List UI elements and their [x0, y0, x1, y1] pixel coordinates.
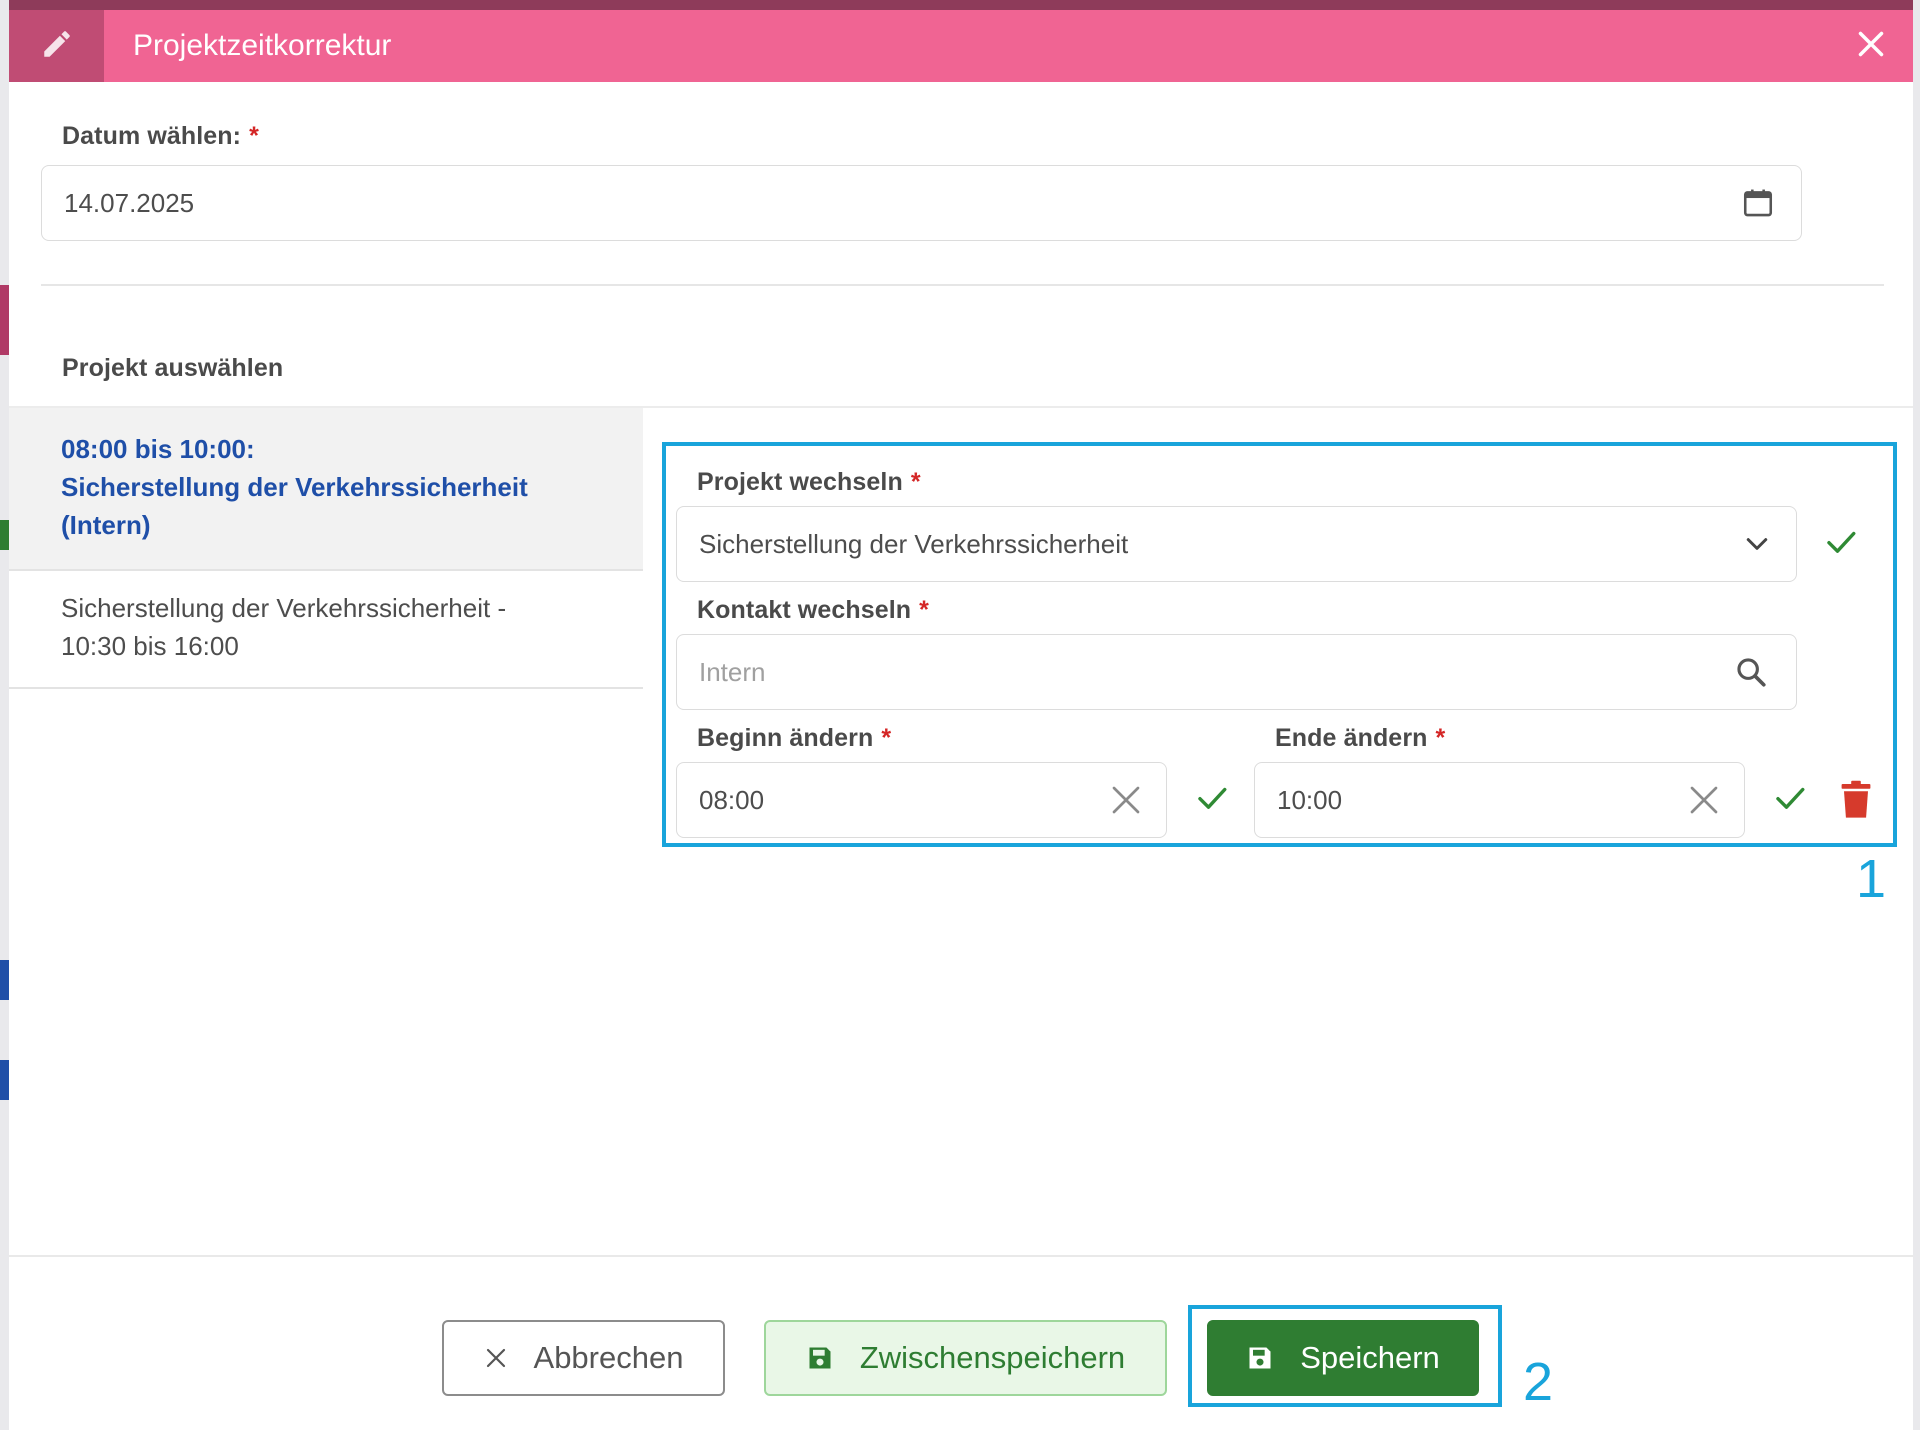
background-app-mark [0, 520, 9, 550]
header-icon-box [9, 10, 104, 82]
save-draft-button-label: Zwischenspeichern [859, 1340, 1126, 1375]
entry-project: Sicherstellung der Verkehrssicherheit [61, 472, 528, 502]
project-select-heading: Projekt auswählen [62, 354, 284, 382]
annotation-box-2 [1188, 1305, 1502, 1407]
background-app-right [1913, 0, 1920, 1430]
dialog-title: Projektzeitkorrektur [133, 29, 392, 62]
date-label-text: Datum wählen: [62, 122, 242, 150]
close-icon [1857, 30, 1885, 63]
close-button[interactable] [1851, 26, 1891, 66]
close-icon [484, 1346, 508, 1370]
project-time-correction-dialog: Projektzeitkorrektur Datum wählen: * 14.0… [9, 10, 1913, 1430]
background-app-left [0, 0, 9, 1430]
entry-contact: (Intern) [61, 510, 151, 540]
save-draft-button[interactable]: Zwischenspeichern [764, 1320, 1167, 1396]
list-item-entry-1[interactable]: 08:00 bis 10:00: Sicherstellung der Verk… [9, 408, 643, 569]
cancel-button-label: Abbrechen [533, 1340, 684, 1375]
background-app-mark [0, 960, 9, 1000]
date-label: Datum wählen: * [62, 122, 259, 151]
section-divider [41, 284, 1884, 286]
floppy-disk-icon [806, 1344, 834, 1372]
list-item-divider [9, 687, 643, 689]
calendar-icon[interactable] [1741, 186, 1775, 220]
pencil-icon [40, 27, 74, 66]
annotation-number-1: 1 [1856, 849, 1887, 909]
required-marker: * [249, 122, 259, 150]
background-app-mark [0, 1060, 9, 1100]
entry-project: Sicherstellung der Verkehrssicherheit - [61, 593, 507, 623]
date-value: 14.07.2025 [64, 187, 195, 218]
annotation-number-2: 2 [1523, 1352, 1554, 1412]
background-app-mark [0, 285, 9, 355]
entry-time: 08:00 bis 10:00: [61, 434, 255, 464]
footer-divider [9, 1255, 1913, 1257]
screenshot-page: Projektzeitkorrektur Datum wählen: * 14.0… [0, 0, 1920, 1451]
annotation-box-1 [662, 442, 1897, 847]
cancel-button[interactable]: Abbrechen [442, 1320, 725, 1396]
list-item-entry-2[interactable]: Sicherstellung der Verkehrssicherheit - … [9, 571, 643, 688]
date-field[interactable]: 14.07.2025 [41, 165, 1802, 241]
dialog-header: Projektzeitkorrektur [9, 10, 1913, 82]
entry-time: 10:30 bis 16:00 [61, 631, 239, 661]
background-app-top [0, 0, 1920, 10]
